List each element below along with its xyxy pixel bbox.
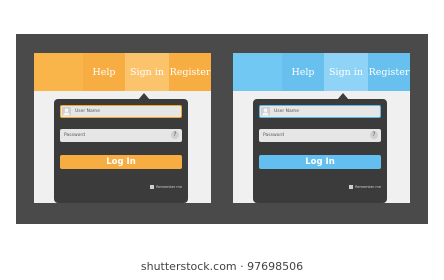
menu-item-help[interactable]: Help [83,53,125,91]
login-button[interactable]: Log In [259,155,381,169]
login-card: User Name Password ? Log In Remember me [54,99,188,203]
login-widget-orange: Help Sign in Register User Name Password… [34,53,211,203]
remember-label: Remember me [156,185,182,189]
remember-me[interactable]: Remember me [150,185,182,189]
user-icon [62,107,71,116]
remember-label: Remember me [355,185,381,189]
username-field[interactable]: User Name [259,105,381,118]
top-menu: Help Sign in Register [233,53,410,91]
menu-item-register[interactable]: Register [368,53,410,91]
remember-me[interactable]: Remember me [349,185,381,189]
remember-checkbox[interactable] [150,185,155,189]
login-card: User Name Password ? Log In Remember me [253,99,387,203]
password-placeholder: Password [64,132,86,138]
dark-frame: Help Sign in Register User Name Password… [16,34,428,224]
password-field[interactable]: Password ? [60,129,182,142]
username-placeholder: User Name [75,109,100,114]
username-placeholder: User Name [274,109,299,114]
menu-item-sign-in[interactable]: Sign in [324,53,368,91]
menu-blank-segment [34,53,83,91]
user-icon [261,107,270,116]
password-placeholder: Password [263,132,285,138]
login-button[interactable]: Log In [60,155,182,169]
help-icon[interactable]: ? [171,131,179,139]
login-widget-blue: Help Sign in Register User Name Password… [233,53,410,203]
top-menu: Help Sign in Register [34,53,211,91]
help-icon[interactable]: ? [370,131,378,139]
menu-blank-segment [233,53,282,91]
username-field[interactable]: User Name [60,105,182,118]
menu-item-help[interactable]: Help [282,53,324,91]
password-field[interactable]: Password ? [259,129,381,142]
watermark-text: shutterstock.com · 97698506 [140,260,304,273]
menu-item-sign-in[interactable]: Sign in [125,53,169,91]
menu-item-register[interactable]: Register [169,53,211,91]
remember-checkbox[interactable] [349,185,354,189]
